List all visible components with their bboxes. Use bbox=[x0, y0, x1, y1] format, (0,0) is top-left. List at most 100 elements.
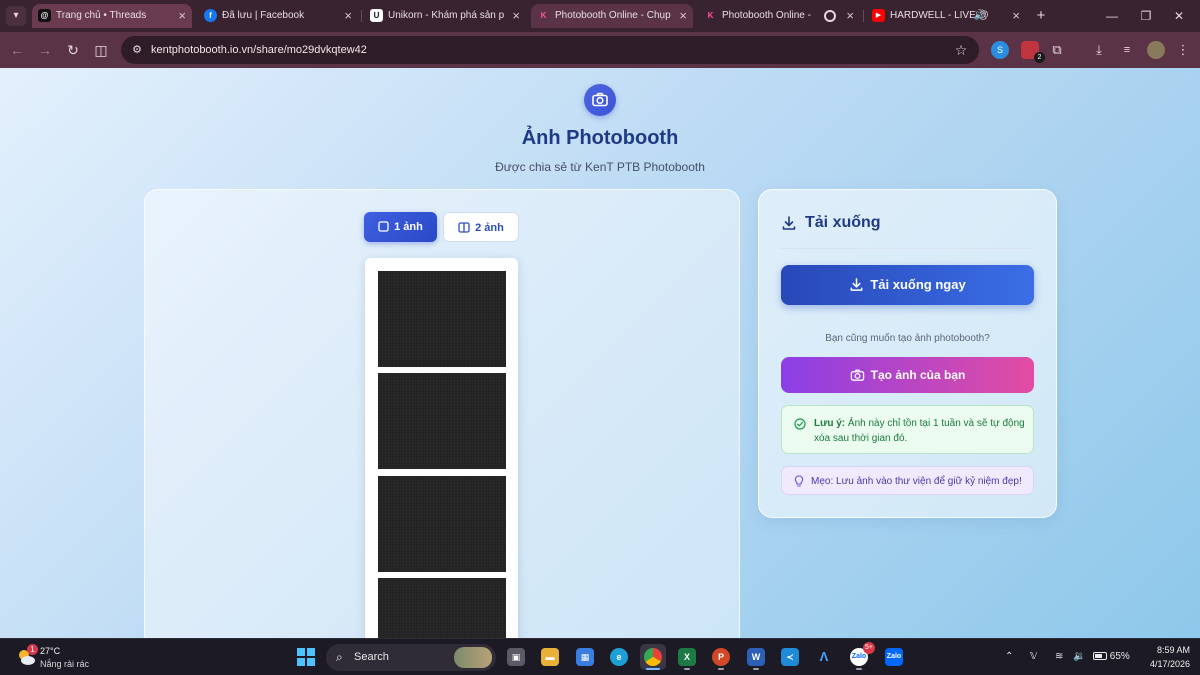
chrome-icon[interactable] bbox=[640, 644, 666, 670]
threads-icon: @ bbox=[38, 9, 51, 22]
note-text: Ảnh này chỉ tồn tại 1 tuần và sẽ tự động… bbox=[814, 418, 1025, 444]
create-prompt-text: Bạn cũng muốn tạo ảnh photobooth? bbox=[825, 333, 990, 344]
media-control-icon[interactable]: ≡ bbox=[1118, 41, 1136, 59]
extension-red-icon[interactable]: 2 bbox=[1021, 41, 1045, 63]
back-button[interactable]: ← bbox=[7, 40, 27, 60]
powerpoint-icon[interactable]: P bbox=[708, 644, 734, 670]
expiry-note: Lưu ý: Ảnh này chỉ tồn tại 1 tuần và sẽ … bbox=[781, 405, 1034, 454]
download-heading: Tải xuống bbox=[781, 212, 881, 234]
windows-taskbar: 1 27°C Nắng rải rác ⌕ Search ▣ ▬ ▦ e X P… bbox=[0, 638, 1200, 675]
panel-divider bbox=[781, 248, 1034, 249]
page-title: Ảnh Photobooth bbox=[521, 127, 679, 149]
tip-text: Mẹo: Lưu ảnh vào thư viện để giữ kỷ niệm… bbox=[811, 476, 1022, 487]
new-tab-button[interactable]: + bbox=[1033, 4, 1049, 28]
youtube-icon: ▶ bbox=[872, 9, 885, 22]
unikorn-icon: U bbox=[370, 9, 383, 22]
forward-button[interactable]: → bbox=[35, 40, 55, 60]
profile-avatar[interactable] bbox=[1147, 41, 1165, 59]
close-tab-icon[interactable]: × bbox=[1012, 4, 1020, 28]
download-icon bbox=[850, 278, 863, 291]
microsoft-store-icon[interactable]: ▦ bbox=[572, 644, 598, 670]
windows-start-icon[interactable] bbox=[297, 648, 315, 666]
url-text[interactable]: kentphotobooth.io.vn/share/mo29dvkqtew42 bbox=[151, 36, 367, 64]
weather-widget[interactable]: 1 27°C Nắng rải rác bbox=[16, 644, 106, 672]
single-frame-icon bbox=[378, 221, 389, 232]
bookmark-star-icon[interactable]: ☆ bbox=[951, 40, 971, 60]
show-hidden-icons[interactable]: ⌃ bbox=[1005, 648, 1013, 666]
create-photo-button[interactable]: Tạo ảnh của bạn bbox=[781, 357, 1034, 393]
restore-button[interactable]: ❐ bbox=[1131, 4, 1161, 28]
downloads-icon[interactable]: ⤓ bbox=[1090, 41, 1108, 59]
extension-badge: 2 bbox=[1034, 52, 1045, 63]
zalo-icon[interactable]: Zalo 5+ bbox=[846, 642, 875, 670]
close-tab-icon[interactable]: × bbox=[846, 4, 854, 28]
kent-icon: K bbox=[707, 11, 714, 20]
excel-icon[interactable]: X bbox=[674, 644, 700, 670]
search-icon: ⌕ bbox=[336, 650, 343, 664]
browser-menu-icon[interactable]: ⋮ bbox=[1174, 41, 1192, 59]
weather-temp: 27°C bbox=[40, 646, 61, 656]
kent-icon: K bbox=[540, 11, 547, 20]
volume-icon[interactable]: 🔉 bbox=[1073, 648, 1085, 666]
search-highlight-image bbox=[454, 647, 492, 668]
close-tab-icon[interactable]: × bbox=[679, 4, 687, 28]
photo-frame bbox=[378, 373, 506, 469]
clock-time: 8:59 AM bbox=[1156, 645, 1190, 655]
vscode-icon[interactable]: ≺ bbox=[777, 644, 803, 670]
extensions-puzzle-icon[interactable]: ⧉ bbox=[1048, 41, 1066, 59]
app-a-icon[interactable]: Λ bbox=[811, 644, 837, 670]
zalo-badge: 5+ bbox=[863, 642, 875, 654]
clock-date: 4/17/2026 bbox=[1149, 659, 1190, 669]
camera-icon bbox=[584, 84, 616, 116]
facebook-icon: f bbox=[204, 9, 217, 22]
battery-indicator[interactable]: 65% bbox=[1093, 648, 1130, 666]
double-frame-icon bbox=[458, 222, 470, 233]
recording-icon bbox=[824, 10, 836, 22]
close-window-button[interactable]: ✕ bbox=[1164, 4, 1194, 28]
tab-separator bbox=[361, 10, 362, 22]
zalo-pc-icon[interactable]: Zalo bbox=[881, 644, 907, 670]
vpn-icon[interactable]: 𝕍 bbox=[1030, 648, 1037, 666]
photo-strip bbox=[365, 258, 518, 674]
photo-frame bbox=[378, 271, 506, 367]
browser-tab-strip: ▾ @ Trang chủ • Threads × f Đã lưu | Fac… bbox=[0, 0, 1200, 32]
layout-1-photo-button[interactable]: 1 ảnh bbox=[364, 212, 437, 242]
tab-threads[interactable]: @ Trang chủ • Threads × bbox=[32, 4, 192, 28]
battery-percent: 65% bbox=[1109, 651, 1130, 662]
split-view-button[interactable]: ◫ bbox=[91, 40, 111, 60]
audio-playing-icon[interactable]: 🔊 bbox=[974, 4, 986, 28]
task-view-icon[interactable]: ▣ bbox=[503, 644, 529, 670]
note-label: Lưu ý: bbox=[814, 418, 846, 429]
close-tab-icon[interactable]: × bbox=[344, 4, 352, 28]
tab-separator bbox=[863, 10, 864, 22]
word-icon[interactable]: W bbox=[743, 644, 769, 670]
photo-frame bbox=[378, 476, 506, 572]
weather-desc: Nắng rải rác bbox=[40, 659, 90, 669]
close-tab-icon[interactable]: × bbox=[512, 4, 520, 28]
lightbulb-icon bbox=[794, 475, 804, 487]
battery-icon bbox=[1093, 652, 1107, 660]
tab-facebook[interactable]: f Đã lưu | Facebook × bbox=[198, 4, 358, 28]
address-bar[interactable]: ⚙ kentphotobooth.io.vn/share/mo29dvkqtew… bbox=[121, 36, 979, 64]
tab-youtube[interactable]: ▶ HARDWELL - LIVE @ U 🔊 × bbox=[866, 4, 1026, 28]
reload-button[interactable]: ↻ bbox=[63, 40, 83, 60]
download-now-button[interactable]: Tải xuống ngay bbox=[781, 265, 1034, 305]
download-icon bbox=[782, 216, 796, 230]
site-info-icon[interactable]: ⚙ bbox=[129, 42, 145, 58]
system-clock[interactable]: 8:59 AM 4/17/2026 bbox=[1134, 643, 1190, 671]
tip-box: Mẹo: Lưu ảnh vào thư viện để giữ kỷ niệm… bbox=[781, 466, 1034, 495]
wifi-icon[interactable]: ≋ bbox=[1055, 648, 1063, 666]
minimize-button[interactable]: — bbox=[1097, 4, 1127, 28]
camera-icon bbox=[850, 369, 864, 381]
layout-2-photos-button[interactable]: 2 ảnh bbox=[443, 212, 519, 242]
tab-photobooth[interactable]: K Photobooth Online - C × bbox=[698, 4, 860, 28]
browser-toolbar: ← → ↻ ◫ ⚙ kentphotobooth.io.vn/share/mo2… bbox=[0, 32, 1200, 68]
edge-icon[interactable]: e bbox=[606, 644, 632, 670]
tab-unikorn[interactable]: U Unikorn - Khám phá sản ph × bbox=[364, 4, 526, 28]
tab-search-button[interactable]: ▾ bbox=[6, 6, 26, 26]
close-tab-icon[interactable]: × bbox=[178, 4, 186, 28]
taskbar-search[interactable]: ⌕ Search bbox=[326, 644, 496, 671]
extension-shazam-icon[interactable]: S bbox=[991, 41, 1009, 59]
file-explorer-icon[interactable]: ▬ bbox=[537, 644, 563, 670]
tab-photobooth-active[interactable]: K Photobooth Online - Chụp × bbox=[531, 4, 693, 28]
